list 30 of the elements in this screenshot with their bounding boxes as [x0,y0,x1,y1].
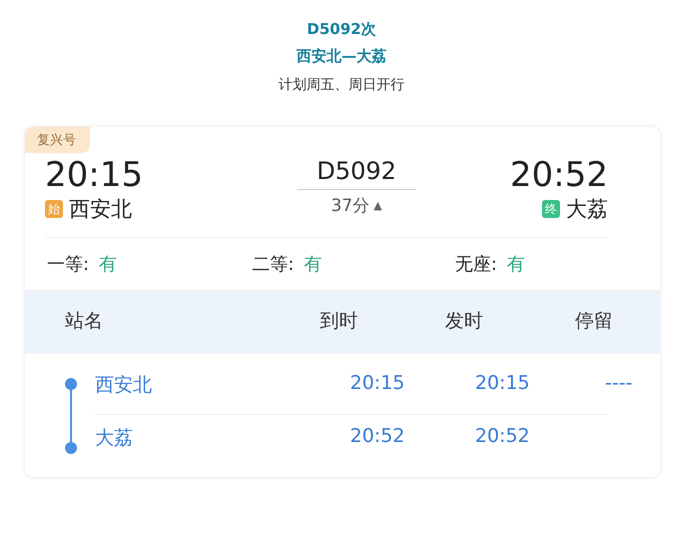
seat-class-label: 二等: [252,254,294,275]
departure-time: 20:15 [45,155,143,195]
expand-toggle[interactable]: ▲ [374,199,382,212]
schedule-text: 计划周五、周日开行 [278,76,404,94]
column-header: 站名 [65,309,104,334]
departure-station: 西安北 [69,196,132,223]
route-title: 西安北—大荔 [296,47,386,66]
column-header: 发时 [445,309,484,334]
end-marker: 终 [542,200,560,218]
station-cell-text: 大荔 [95,426,134,451]
column-header: 停留 [575,309,614,334]
duration-text: 37分 [330,195,370,217]
seat-class-label: 无座: [455,254,498,275]
train-type-badge: 复兴号 [25,127,90,153]
stop-cell-text: ---- [605,372,632,396]
depart-cell-text: 20:52 [475,425,531,449]
seat-class-label: 一等: [47,254,90,275]
arrival-time: 20:52 [510,155,608,195]
arrival-station: 大荔 [566,196,608,223]
seat-availability: 有 [506,254,525,275]
train-code: D5092 [296,155,416,190]
train-number: D5092次 [306,20,376,39]
arrive-cell-text: 20:52 [350,425,406,449]
depart-cell-text: 20:15 [475,372,531,396]
station-cell-text: 西安北 [95,373,153,398]
seat-availability: 有 [98,254,117,275]
column-header: 到时 [320,309,359,334]
arrive-cell-text: 20:15 [350,372,406,396]
start-marker: 始 [45,200,63,218]
seat-availability: 有 [304,254,322,275]
